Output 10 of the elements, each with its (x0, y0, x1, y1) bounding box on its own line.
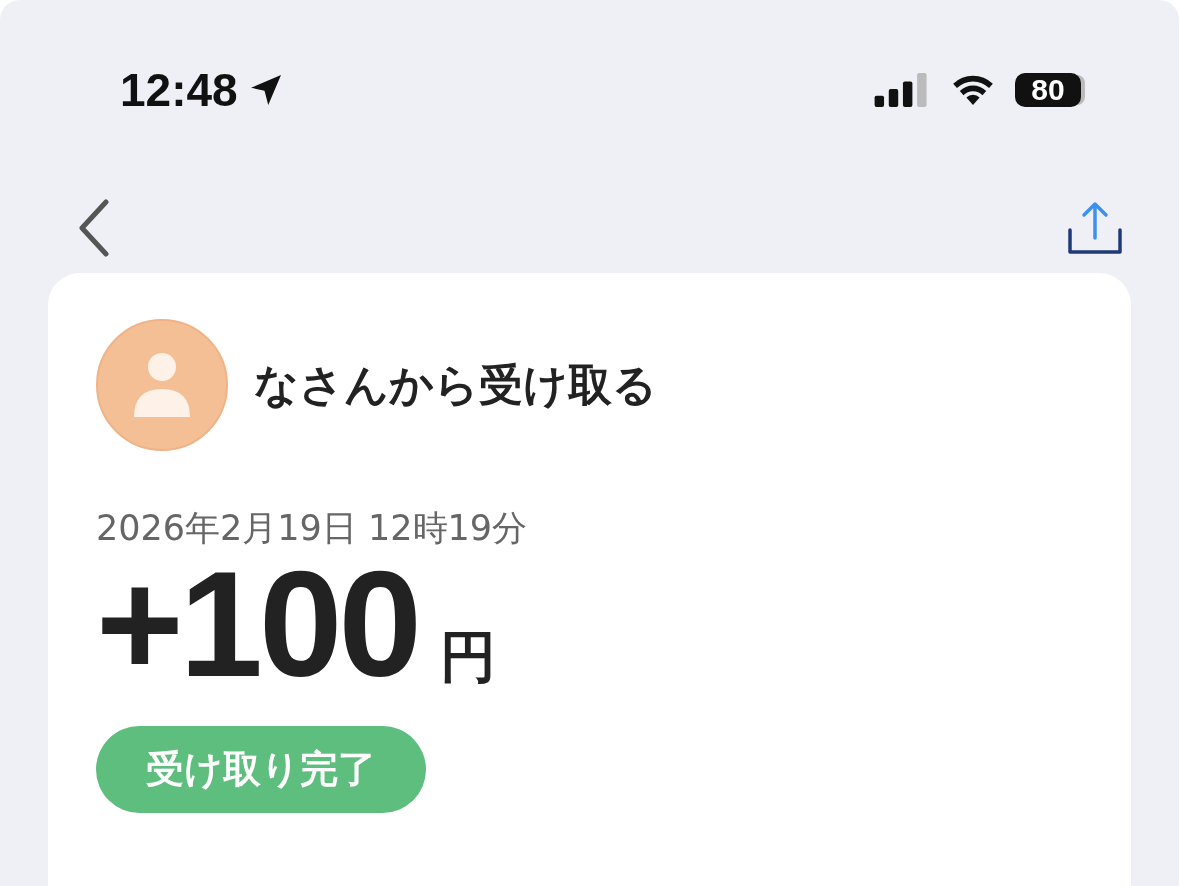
avatar-icon (96, 319, 228, 451)
transaction-date: 2026年2月19日 12時19分 (96, 507, 528, 550)
currency-unit: 円 (439, 623, 496, 691)
status-badge: 受け取り完了 (96, 726, 426, 813)
amount-value: +100 (96, 554, 418, 694)
battery-level: 80 (1031, 73, 1065, 107)
back-icon[interactable] (78, 199, 110, 257)
status-time: 12:48 (120, 63, 238, 117)
share-icon[interactable] (1067, 200, 1123, 256)
transaction-title: なさんから受け取る (254, 357, 657, 412)
